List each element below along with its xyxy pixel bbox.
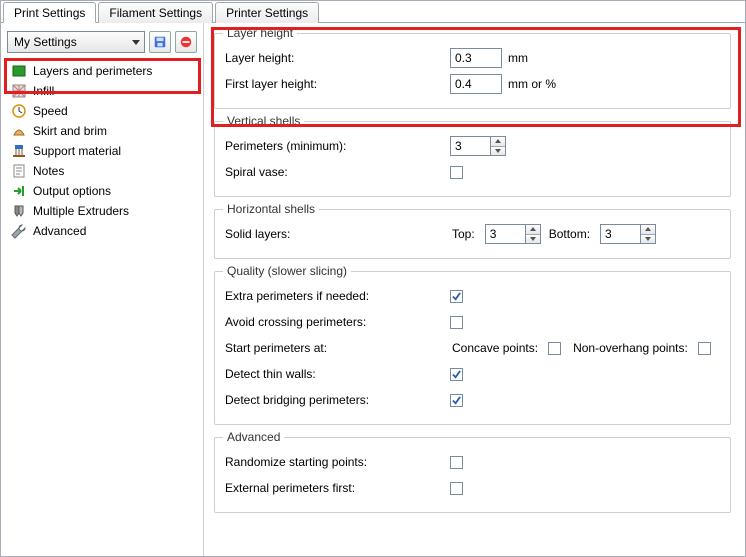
top-label: Top:: [452, 227, 475, 241]
sidebar-item-skirt-brim[interactable]: Skirt and brim: [1, 121, 203, 141]
group-title: Quality (slower slicing): [223, 264, 351, 278]
group-advanced: Advanced Randomize starting points: Exte…: [214, 437, 731, 513]
extruders-icon: [11, 203, 27, 219]
first-layer-height-label: First layer height:: [225, 77, 450, 91]
group-title: Vertical shells: [223, 114, 304, 128]
infill-icon: [11, 83, 27, 99]
bridging-label: Detect bridging perimeters:: [225, 393, 450, 407]
top-spinner[interactable]: 3: [485, 224, 541, 244]
group-title: Layer height: [223, 26, 297, 40]
start-perimeters-label: Start perimeters at:: [225, 341, 450, 355]
concave-points-checkbox[interactable]: [548, 342, 561, 355]
spin-up-icon[interactable]: [526, 225, 540, 235]
group-layer-height: Layer height Layer height: 0.3 mm First …: [214, 33, 731, 109]
bottom-input[interactable]: 3: [600, 224, 640, 244]
skirt-icon: [11, 123, 27, 139]
solid-layers-label: Solid layers:: [225, 227, 450, 241]
thin-walls-label: Detect thin walls:: [225, 367, 450, 381]
layer-height-input[interactable]: 0.3: [450, 48, 502, 68]
first-layer-height-input[interactable]: 0.4: [450, 74, 502, 94]
perimeters-spinner[interactable]: 3: [450, 136, 506, 156]
randomize-label: Randomize starting points:: [225, 455, 450, 469]
tab-filament-settings[interactable]: Filament Settings: [98, 2, 213, 23]
sidebar-item-speed[interactable]: Speed: [1, 101, 203, 121]
sidebar: My Settings Layers and perimeters Infi: [1, 23, 204, 556]
perimeters-label: Perimeters (minimum):: [225, 139, 450, 153]
group-title: Horizontal shells: [223, 202, 319, 216]
delete-preset-button[interactable]: [175, 31, 197, 53]
sidebar-item-multiple-extruders[interactable]: Multiple Extruders: [1, 201, 203, 221]
preset-row: My Settings: [1, 27, 203, 59]
nonoverhang-points-label: Non-overhang points:: [573, 341, 688, 355]
sidebar-item-label: Advanced: [33, 224, 86, 238]
delete-icon: [179, 35, 193, 49]
extra-perimeters-label: Extra perimeters if needed:: [225, 289, 450, 303]
clock-icon: [11, 103, 27, 119]
spin-down-icon[interactable]: [491, 147, 505, 156]
sidebar-item-label: Infill: [33, 84, 54, 98]
group-vertical-shells: Vertical shells Perimeters (minimum): 3 …: [214, 121, 731, 197]
bottom-label: Bottom:: [549, 227, 590, 241]
avoid-crossing-label: Avoid crossing perimeters:: [225, 315, 450, 329]
tab-print-settings[interactable]: Print Settings: [3, 2, 96, 23]
settings-tree: Layers and perimeters Infill Speed Skirt…: [1, 59, 203, 556]
first-layer-height-unit: mm or %: [508, 77, 556, 91]
preset-select[interactable]: My Settings: [7, 31, 145, 53]
tab-bar: Print Settings Filament Settings Printer…: [1, 1, 745, 23]
layer-height-unit: mm: [508, 51, 528, 65]
sidebar-item-label: Layers and perimeters: [33, 64, 152, 78]
nonoverhang-points-checkbox[interactable]: [698, 342, 711, 355]
external-first-label: External perimeters first:: [225, 481, 450, 495]
preset-select-label: My Settings: [14, 35, 77, 49]
group-quality: Quality (slower slicing) Extra perimeter…: [214, 271, 731, 425]
sidebar-item-label: Multiple Extruders: [33, 204, 129, 218]
sidebar-item-label: Speed: [33, 104, 68, 118]
disk-icon: [153, 35, 167, 49]
concave-points-label: Concave points:: [452, 341, 538, 355]
external-first-checkbox[interactable]: [450, 482, 463, 495]
tab-printer-settings[interactable]: Printer Settings: [215, 2, 319, 23]
spin-down-icon[interactable]: [641, 235, 655, 244]
sidebar-item-support-material[interactable]: Support material: [1, 141, 203, 161]
sidebar-item-label: Notes: [33, 164, 64, 178]
spin-up-icon[interactable]: [491, 137, 505, 147]
spin-down-icon[interactable]: [526, 235, 540, 244]
layer-height-label: Layer height:: [225, 51, 450, 65]
randomize-checkbox[interactable]: [450, 456, 463, 469]
support-icon: [11, 143, 27, 159]
group-horizontal-shells: Horizontal shells Solid layers: Top: 3 B…: [214, 209, 731, 259]
main-body: My Settings Layers and perimeters Infi: [1, 23, 745, 556]
sidebar-item-label: Skirt and brim: [33, 124, 107, 138]
spiral-vase-checkbox[interactable]: [450, 166, 463, 179]
sidebar-item-label: Support material: [33, 144, 121, 158]
perimeters-input[interactable]: 3: [450, 136, 490, 156]
sidebar-item-advanced[interactable]: Advanced: [1, 221, 203, 241]
sidebar-item-infill[interactable]: Infill: [1, 81, 203, 101]
sidebar-item-notes[interactable]: Notes: [1, 161, 203, 181]
avoid-crossing-checkbox[interactable]: [450, 316, 463, 329]
bottom-spinner[interactable]: 3: [600, 224, 656, 244]
spiral-vase-label: Spiral vase:: [225, 165, 450, 179]
notes-icon: [11, 163, 27, 179]
wrench-icon: [11, 223, 27, 239]
save-preset-button[interactable]: [149, 31, 171, 53]
sidebar-item-layers-perimeters[interactable]: Layers and perimeters: [1, 61, 203, 81]
content-pane: Layer height Layer height: 0.3 mm First …: [204, 23, 745, 556]
output-icon: [11, 183, 27, 199]
layers-icon: [11, 63, 27, 79]
spin-up-icon[interactable]: [641, 225, 655, 235]
top-input[interactable]: 3: [485, 224, 525, 244]
extra-perimeters-checkbox[interactable]: [450, 290, 463, 303]
bridging-checkbox[interactable]: [450, 394, 463, 407]
chevron-down-icon: [132, 40, 140, 45]
group-title: Advanced: [223, 430, 284, 444]
app-window: Print Settings Filament Settings Printer…: [0, 0, 746, 557]
sidebar-item-output-options[interactable]: Output options: [1, 181, 203, 201]
sidebar-item-label: Output options: [33, 184, 111, 198]
thin-walls-checkbox[interactable]: [450, 368, 463, 381]
